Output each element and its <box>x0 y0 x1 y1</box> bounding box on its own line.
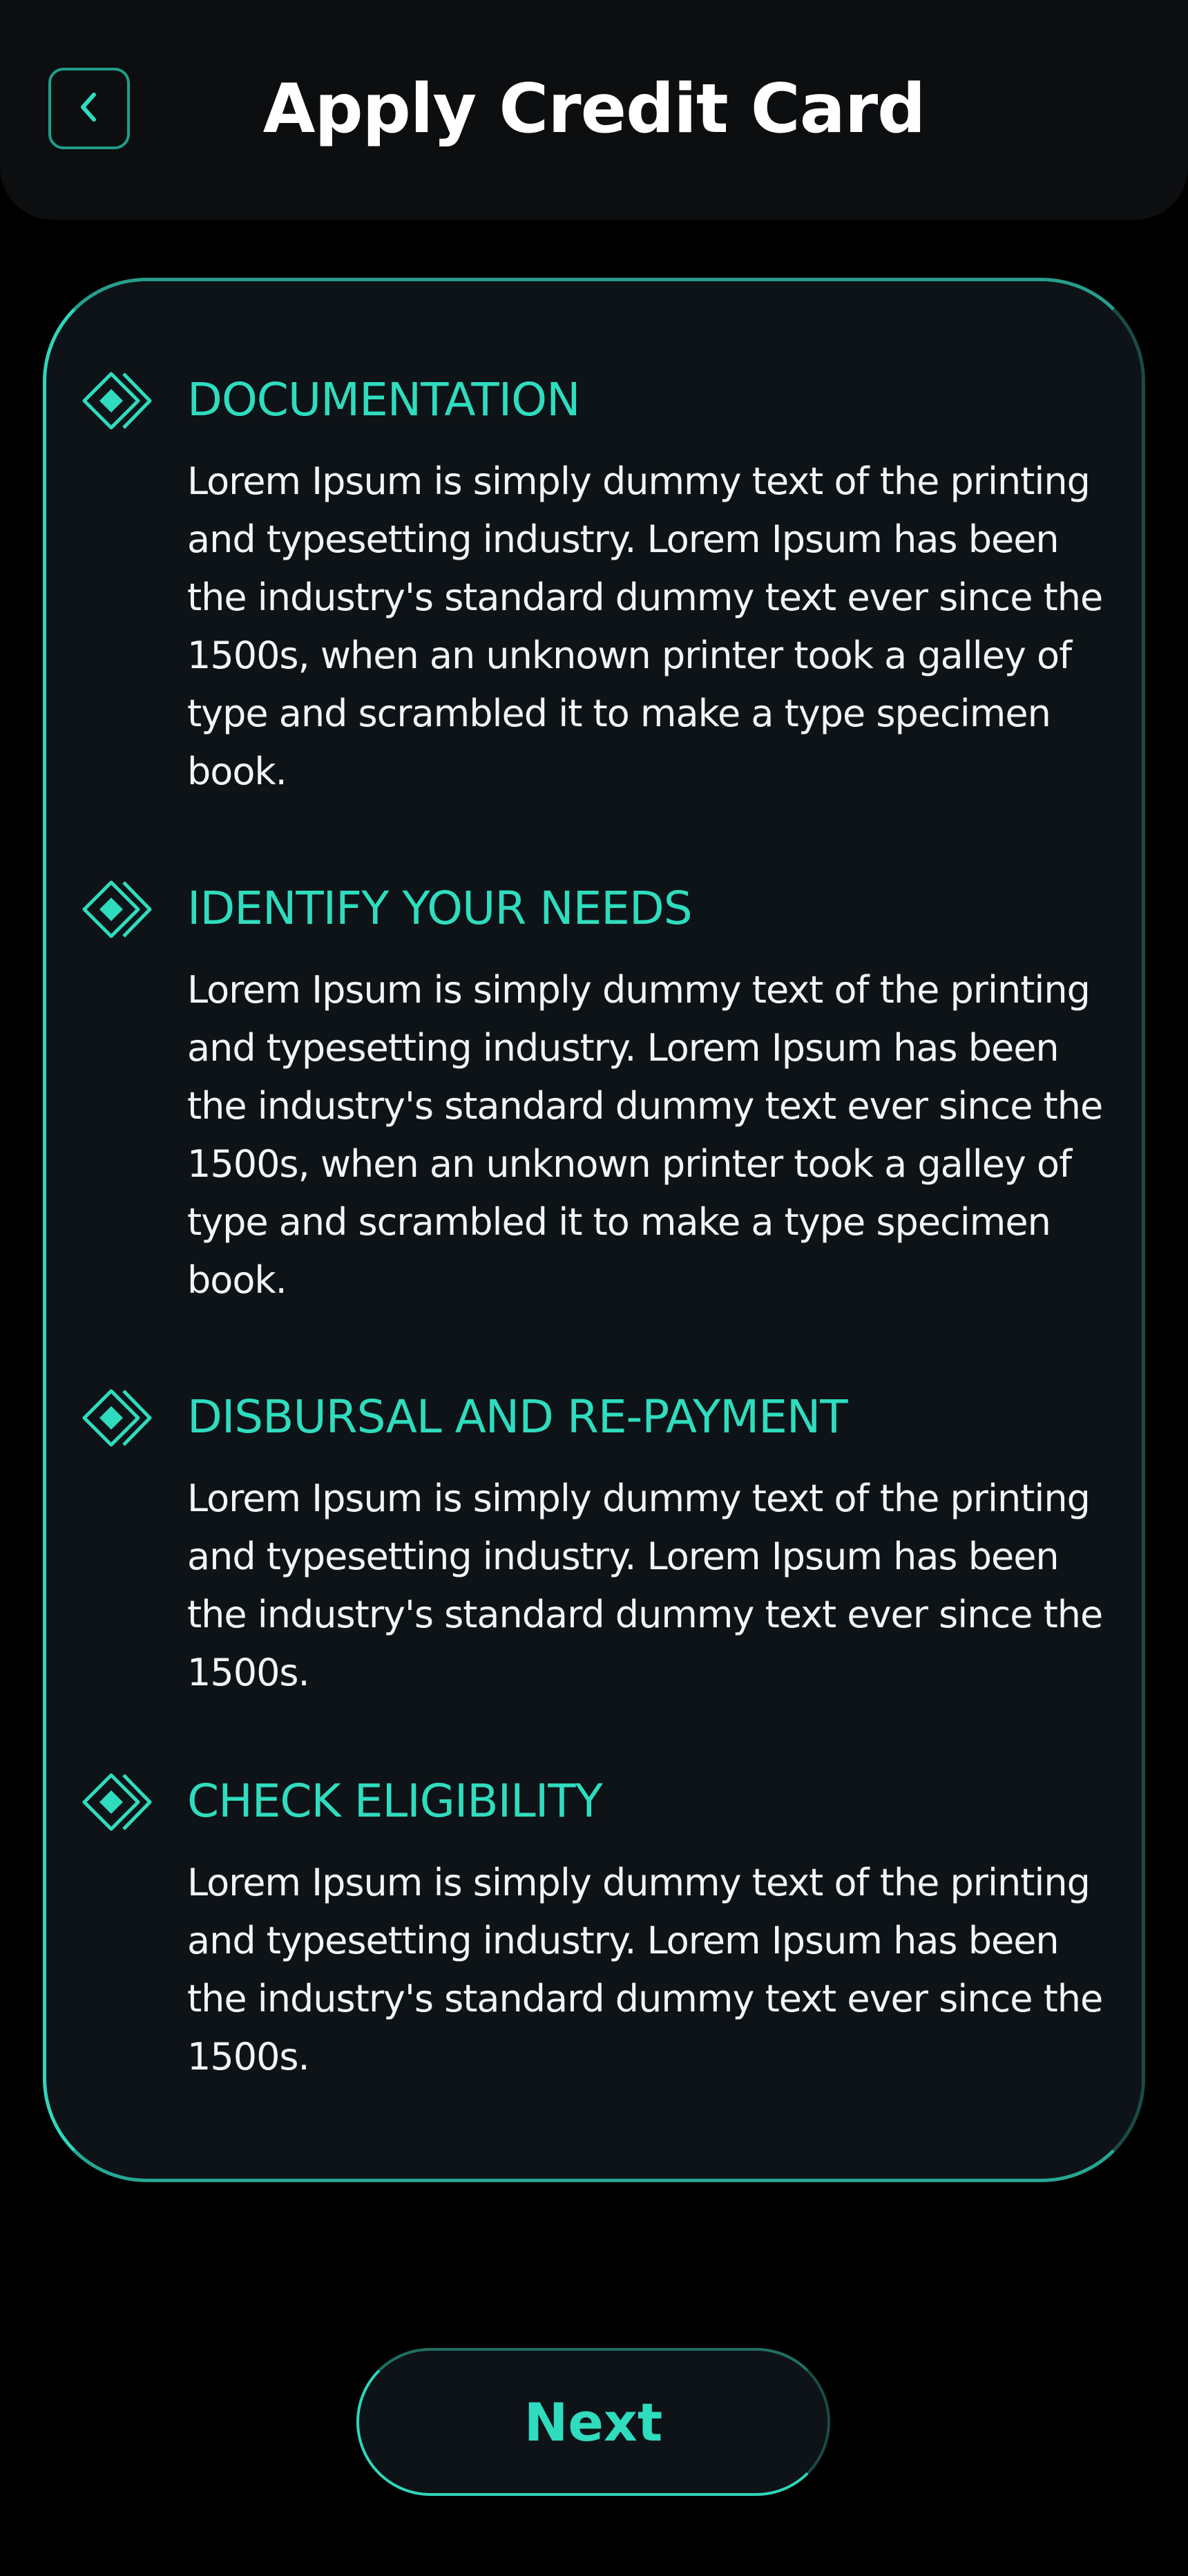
diamond-stack-icon <box>81 1387 155 1449</box>
app-header: Apply Credit Card <box>0 0 1188 220</box>
section-heading: CHECK ELIGIBILITY <box>187 1774 603 1828</box>
section-body: Lorem Ipsum is simply dummy text of the … <box>187 1861 1103 2078</box>
diamond-stack-icon <box>81 1771 155 1833</box>
section-body: Lorem Ipsum is simply dummy text of the … <box>187 968 1103 1302</box>
diamond-stack-icon <box>81 370 155 432</box>
section-body: Lorem Ipsum is simply dummy text of the … <box>187 1477 1103 1694</box>
next-button-label: Next <box>524 2391 663 2453</box>
steps-card: DOCUMENTATION Lorem Ipsum is simply dumm… <box>43 278 1145 2182</box>
section-body: Lorem Ipsum is simply dummy text of the … <box>187 460 1103 793</box>
next-button[interactable]: Next <box>356 2348 830 2496</box>
section-heading: DISBURSAL AND RE-PAYMENT <box>187 1390 848 1443</box>
diamond-stack-icon <box>81 878 155 940</box>
section-heading: DOCUMENTATION <box>187 373 581 426</box>
section-heading: IDENTIFY YOUR NEEDS <box>187 882 693 935</box>
page-title: Apply Credit Card <box>262 70 926 149</box>
